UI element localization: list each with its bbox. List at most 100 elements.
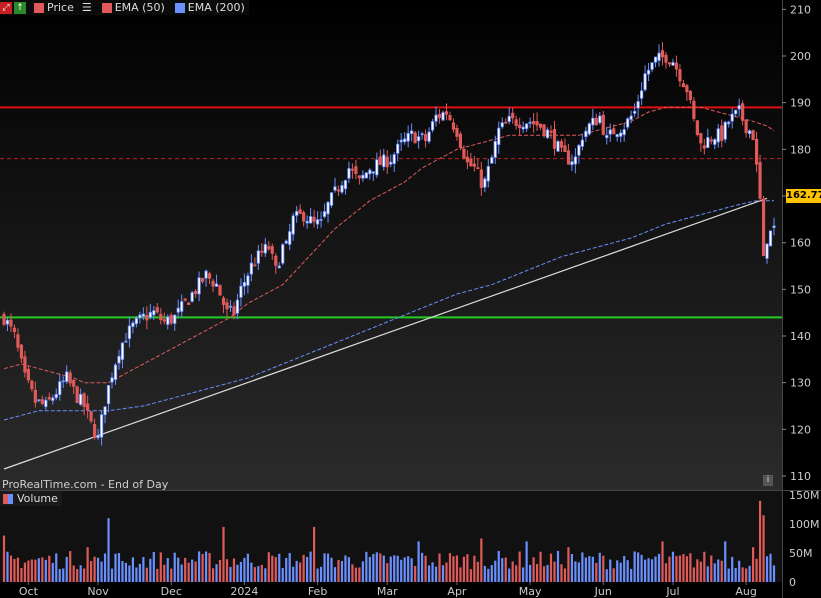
- candle-body: [744, 119, 748, 134]
- candle-body: [667, 62, 672, 65]
- info-icon[interactable]: i: [763, 475, 773, 486]
- candle-body: [761, 198, 766, 257]
- volume-bar: [79, 565, 82, 582]
- volume-bar: [365, 551, 368, 582]
- volume-bar: [337, 559, 340, 582]
- volume-bar: [319, 566, 323, 582]
- candle-body: [141, 313, 145, 317]
- volume-bar: [170, 568, 173, 582]
- volume-bar: [264, 568, 267, 582]
- candle-body: [82, 393, 86, 408]
- candle-body: [309, 216, 313, 224]
- volume-bar: [292, 566, 295, 582]
- candle-body: [58, 381, 62, 396]
- legend-ema50[interactable]: EMA (50): [115, 1, 165, 14]
- volume-bar: [34, 559, 37, 582]
- volume-bar: [163, 564, 166, 582]
- volume-bar: [619, 562, 622, 582]
- candle-body: [629, 115, 633, 120]
- candle-body: [291, 215, 295, 235]
- candle-body: [413, 132, 417, 144]
- candle-body: [504, 121, 508, 124]
- volume-bar: [574, 561, 577, 582]
- candle-body: [214, 283, 219, 287]
- candle-body: [253, 264, 257, 267]
- volume-bar: [602, 555, 605, 582]
- candle-body: [322, 211, 327, 218]
- volume-bar: [55, 553, 58, 582]
- candle-body: [713, 139, 717, 145]
- candle-body: [329, 192, 334, 206]
- y-tick-label: 120: [790, 423, 811, 436]
- volume-bar: [333, 567, 337, 582]
- chart-canvas: 110120130140150160170180190200210150M100…: [0, 0, 821, 598]
- volume-bar: [469, 569, 472, 582]
- volume-bar: [375, 552, 378, 582]
- candle-body: [476, 167, 480, 170]
- volume-bar: [386, 563, 389, 582]
- candle-body: [608, 129, 612, 135]
- volume-bar: [121, 561, 124, 582]
- candle-body: [197, 277, 201, 295]
- volume-bar: [581, 552, 584, 582]
- remove-icon[interactable]: ⤢: [0, 1, 12, 14]
- volume-bar: [584, 557, 587, 582]
- volume-bar: [717, 559, 720, 582]
- volume-bar: [466, 554, 469, 582]
- candle-body: [239, 285, 243, 298]
- candle-body: [176, 307, 180, 313]
- volume-bar: [23, 562, 27, 582]
- volume-bar: [504, 557, 507, 582]
- volume-bar: [312, 526, 316, 582]
- volume-bar: [288, 553, 291, 582]
- volume-bar: [724, 541, 727, 582]
- watermark: ProRealTime.com - End of Day: [2, 478, 169, 491]
- volume-bar: [187, 562, 190, 582]
- volume-bar: [347, 557, 351, 582]
- candle-body: [298, 209, 302, 214]
- candle-body: [218, 284, 222, 296]
- volume-bar: [595, 562, 598, 582]
- ema200-swatch: [174, 2, 185, 13]
- volume-bar: [48, 555, 51, 582]
- candle-body: [361, 174, 365, 179]
- volume-bar: [605, 569, 608, 582]
- candle-body: [30, 380, 34, 390]
- candle-body: [242, 282, 247, 287]
- volume-bar: [511, 561, 514, 582]
- volume-bar: [96, 557, 100, 582]
- legend-price[interactable]: Price: [47, 1, 74, 14]
- candle-body: [723, 121, 727, 140]
- menu-icon[interactable]: ☰: [82, 1, 92, 14]
- candle-body: [152, 310, 156, 316]
- volume-bar: [407, 556, 410, 582]
- volume-bar: [6, 551, 9, 582]
- volume-label[interactable]: Volume: [17, 492, 58, 505]
- candle-body: [709, 139, 713, 142]
- candle-body: [525, 123, 529, 130]
- volume-bar: [51, 562, 54, 582]
- volume-bar: [232, 558, 236, 582]
- candle-body: [187, 302, 191, 305]
- volume-bar: [720, 560, 723, 582]
- candle-body: [249, 262, 253, 275]
- volume-bar: [518, 551, 521, 582]
- x-tick-label: Apr: [447, 585, 467, 598]
- candle-body: [120, 342, 125, 360]
- candle-body: [103, 406, 107, 416]
- volume-bar: [278, 553, 281, 582]
- legend-ema200[interactable]: EMA (200): [188, 1, 245, 14]
- candle-body: [483, 178, 487, 188]
- volume-bar: [340, 560, 344, 582]
- candle-body: [232, 306, 236, 316]
- add-indicator-icon[interactable]: ↑: [14, 1, 26, 14]
- volume-bar: [372, 554, 375, 582]
- volume-axis-label: 0: [789, 576, 796, 589]
- candle-body: [403, 138, 407, 143]
- candle-body: [194, 290, 198, 294]
- volume-bar: [124, 562, 128, 582]
- candle-body: [138, 314, 142, 319]
- volume-axis-label: 150M: [789, 489, 820, 502]
- candle-body: [368, 169, 372, 175]
- candle-body: [235, 299, 240, 314]
